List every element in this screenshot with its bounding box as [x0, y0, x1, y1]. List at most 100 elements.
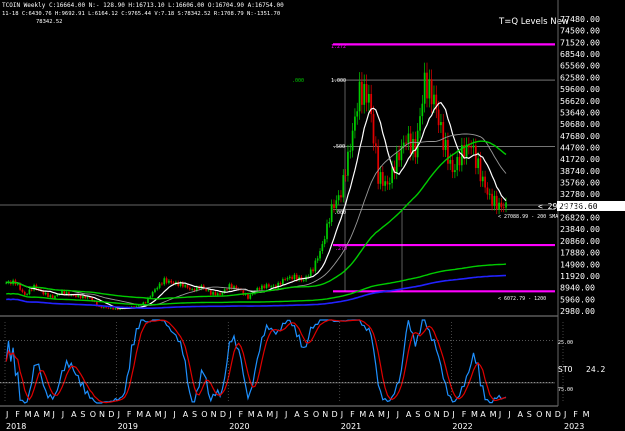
price-axis-label: 26820.00 [560, 213, 600, 223]
candle-body [209, 290, 212, 295]
candle-body [330, 204, 333, 222]
candle-body [500, 202, 503, 208]
candle-body [316, 258, 319, 261]
price-axis-label: 68540.00 [560, 49, 600, 59]
month-label: M [490, 410, 497, 419]
month-label: O [201, 410, 207, 419]
candle-body [168, 280, 170, 283]
candle-body [170, 280, 173, 283]
header-line-2: 11-18 C:6430.76 H:9692.91 L:6164.12 C:97… [2, 11, 280, 17]
price-axis-label: 62580.00 [560, 72, 600, 82]
month-label: M [248, 410, 255, 419]
candle-body [261, 285, 263, 290]
candle-body [479, 158, 482, 182]
price-axis-label: 71520.00 [560, 37, 600, 47]
month-label: J [163, 410, 166, 419]
candle-body [440, 121, 442, 126]
candle-body [335, 200, 338, 209]
candle-body [258, 288, 261, 290]
month-label: D [220, 410, 226, 419]
month-label: A [146, 410, 152, 419]
price-axis-label: 20860.00 [560, 236, 600, 246]
candle-body [442, 121, 445, 151]
candle-body [156, 287, 159, 290]
candle-body [28, 289, 31, 295]
candle-body [105, 307, 107, 309]
candle-body [149, 296, 152, 298]
month-label: M [471, 410, 478, 419]
month-label: A [34, 410, 40, 419]
candle-body [498, 202, 500, 210]
candle-body [186, 285, 189, 288]
candle-body [449, 159, 452, 164]
candle-body [381, 172, 384, 186]
month-label: J [52, 410, 55, 419]
price-axis-label: 59600.00 [560, 84, 600, 94]
header-line-3: 78342.52 [36, 19, 63, 25]
month-label: A [294, 410, 300, 419]
candle-body [407, 133, 410, 143]
candle-body [228, 284, 231, 290]
candle-body [295, 274, 298, 281]
candle-body [409, 133, 412, 154]
month-label: A [369, 410, 375, 419]
candle-body [151, 292, 154, 297]
candle-body [430, 79, 433, 105]
candle-body [21, 289, 24, 292]
fib-000-left-label: .000 [292, 78, 304, 84]
candle-body [16, 283, 19, 285]
month-label: F [350, 410, 355, 419]
sto-upper-tick: 25.00 [558, 340, 573, 346]
chart-canvas: TCOIN Weekly C:16664.00 N:- 128.90 H:167… [0, 0, 625, 431]
candle-body [337, 195, 340, 201]
candle-body [75, 295, 77, 297]
candle-body [437, 109, 440, 126]
month-label: A [406, 410, 412, 419]
candle-body [79, 295, 82, 299]
candle-body [484, 176, 486, 188]
candle-body [272, 285, 275, 287]
candle-body [216, 293, 219, 296]
year-label: 2020 [229, 422, 249, 431]
candle-body [372, 114, 375, 144]
candle-body [456, 156, 459, 171]
candle-body [263, 285, 266, 289]
candle-body [44, 292, 47, 295]
candle-body [226, 289, 228, 291]
candle-body [477, 158, 479, 169]
month-label: D [443, 410, 449, 419]
month-label: J [507, 410, 510, 419]
header-line-1: TCOIN Weekly C:16664.00 N:- 128.90 H:167… [2, 2, 284, 9]
candle-body [358, 81, 361, 112]
month-label: A [183, 410, 189, 419]
candle-body [386, 181, 389, 185]
candle-body [165, 278, 168, 283]
price-axis-label: 35760.00 [560, 178, 600, 188]
candle-body [191, 289, 194, 290]
candle-body [321, 244, 324, 252]
candle-body [279, 282, 282, 285]
candle-body [63, 290, 66, 295]
fib-270-label: .270 [335, 246, 347, 252]
candle-body [26, 294, 28, 295]
candle-body [51, 295, 54, 299]
candle-body [188, 287, 191, 290]
month-label: F [15, 410, 20, 419]
price-axis-label: 5960.00 [560, 294, 595, 304]
candle-body [284, 279, 287, 280]
candle-body [447, 139, 449, 164]
month-label: J [284, 410, 287, 419]
candle-body [307, 276, 310, 277]
candle-body [377, 146, 380, 184]
candle-body [291, 276, 293, 280]
month-label: M [378, 410, 385, 419]
candle-body [309, 269, 312, 277]
month-label: O [90, 410, 96, 419]
month-label: M [359, 410, 366, 419]
month-label: S [415, 410, 420, 419]
candle-body [54, 296, 56, 299]
candle-body [270, 286, 273, 288]
candle-body [481, 176, 484, 182]
price-axis-label: 47680.00 [560, 131, 600, 141]
fib-000-label: .000 [334, 210, 346, 216]
